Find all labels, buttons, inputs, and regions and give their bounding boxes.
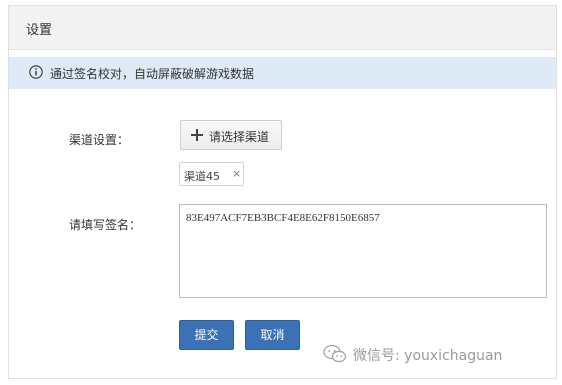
channel-tag-label: 渠道45 [184, 170, 220, 183]
settings-panel: 设置 通过签名校对，自动屏蔽破解游戏数据 渠道设置： 请选择渠道 渠道45 × … [8, 5, 557, 379]
info-icon [29, 65, 43, 79]
select-channel-label: 请选择渠道 [209, 130, 270, 144]
info-banner: 通过签名校对，自动屏蔽破解游戏数据 [9, 57, 556, 89]
watermark-text: 微信号: youxichaguan [353, 348, 503, 364]
signature-input[interactable]: 83E497ACF7EB3BCF4E8E62F8150E6857 [179, 204, 547, 298]
submit-button[interactable]: 提交 [179, 320, 234, 350]
signature-label: 请填写签名： [69, 218, 142, 232]
info-text: 通过签名校对，自动屏蔽破解游戏数据 [50, 67, 255, 81]
panel-header: 设置 [9, 6, 556, 50]
channel-tag: 渠道45 × [179, 162, 244, 186]
cancel-button[interactable]: 取消 [245, 320, 300, 350]
wechat-icon [323, 344, 347, 363]
select-channel-button[interactable]: 请选择渠道 [180, 120, 282, 150]
close-icon[interactable]: × [232, 167, 241, 181]
channel-label: 渠道设置： [69, 133, 130, 147]
plus-icon [191, 129, 203, 141]
panel-title: 设置 [26, 23, 53, 38]
